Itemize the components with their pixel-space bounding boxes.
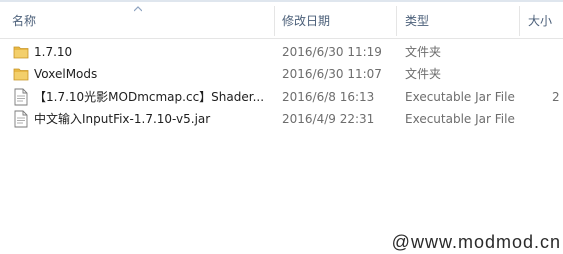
file-name[interactable]: VoxelMods: [34, 63, 266, 85]
sort-ascending-icon: [134, 6, 142, 12]
jar-file-icon: [14, 110, 28, 128]
file-size: [552, 108, 563, 130]
file-size: [552, 63, 563, 85]
column-header-name-label: 名称: [12, 14, 37, 28]
column-header-modified-label: 修改日期: [282, 14, 331, 28]
column-header-type-label: 类型: [405, 14, 430, 28]
column-header-modified[interactable]: 修改日期: [282, 2, 392, 38]
folder-icon: [13, 46, 29, 59]
file-type: 文件夹: [405, 45, 442, 59]
file-row[interactable]: 【1.7.10光影MODmcmap.cc】Shader... 2016/6/8 …: [0, 86, 563, 108]
column-header-size[interactable]: 大小: [528, 2, 563, 38]
file-name[interactable]: 中文输入InputFix-1.7.10-v5.jar: [34, 108, 266, 130]
column-divider[interactable]: [519, 6, 520, 36]
column-divider[interactable]: [274, 6, 275, 36]
folder-icon: [13, 68, 29, 81]
file-size: [552, 41, 563, 63]
file-type: Executable Jar File: [405, 90, 515, 104]
watermark: @www.modmod.cn: [391, 232, 561, 252]
file-name[interactable]: 1.7.10: [34, 41, 266, 63]
file-modified-date: 2016/6/30 11:07: [282, 67, 382, 81]
file-modified-date: 2016/6/8 16:13: [282, 90, 375, 104]
file-name[interactable]: 【1.7.10光影MODmcmap.cc】Shader...: [34, 86, 266, 108]
file-row[interactable]: 1.7.10 2016/6/30 11:19 文件夹: [0, 41, 563, 63]
file-size: 2: [552, 90, 560, 104]
column-header-name[interactable]: 名称: [12, 2, 132, 38]
column-header-type[interactable]: 类型: [405, 2, 515, 38]
file-type: 文件夹: [405, 67, 442, 81]
file-modified-date: 2016/4/9 22:31: [282, 112, 375, 126]
column-header-size-label: 大小: [528, 14, 553, 28]
column-header-bar: 名称 修改日期 类型 大小: [0, 2, 563, 39]
file-row[interactable]: VoxelMods 2016/6/30 11:07 文件夹: [0, 63, 563, 85]
file-type: Executable Jar File: [405, 112, 515, 126]
column-divider[interactable]: [396, 6, 397, 36]
file-row[interactable]: 中文输入InputFix-1.7.10-v5.jar 2016/4/9 22:3…: [0, 108, 563, 130]
file-modified-date: 2016/6/30 11:19: [282, 45, 382, 59]
jar-file-icon: [14, 88, 28, 106]
